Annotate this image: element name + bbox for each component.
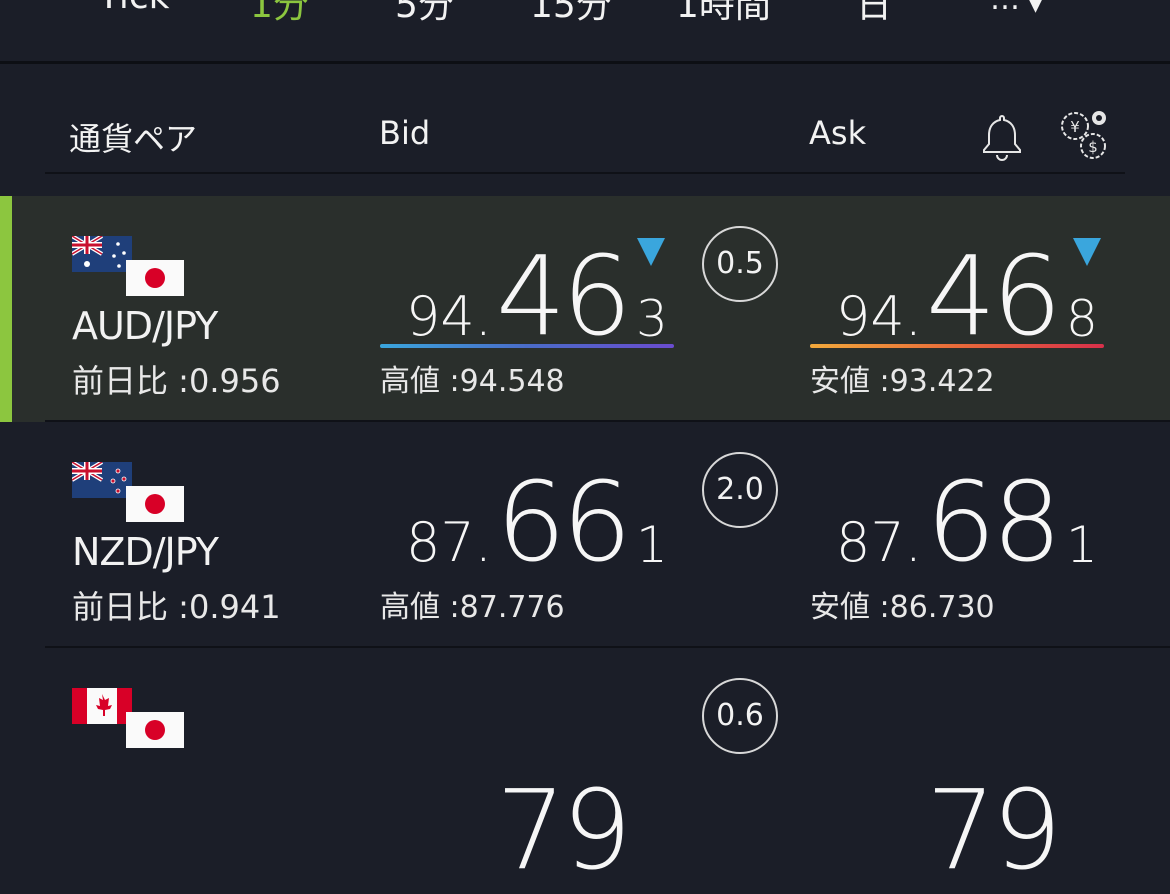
rate-row-nzdjpy[interactable]: NZD/JPY 前日比 :0.941 87. 66 1 高値 :87.776 2… bbox=[0, 422, 1170, 648]
timeframe-tabbar: Tick 1分 5分 15分 1時間 日 …▼ bbox=[0, 0, 1170, 64]
bid-price-pips: 46 bbox=[496, 232, 632, 360]
canada-flag-icon bbox=[72, 688, 132, 724]
ask-price-fraction: 8 bbox=[1066, 290, 1098, 348]
daily-change: 前日比 :0.956 bbox=[72, 362, 281, 400]
ask-low: 安値 :93.422 bbox=[810, 364, 995, 399]
ask-underline bbox=[810, 344, 1104, 348]
tab-more-dropdown[interactable]: …▼ bbox=[990, 0, 1051, 17]
header-bid: Bid bbox=[379, 114, 431, 152]
ask-price-integer: 94. bbox=[836, 285, 922, 348]
ask-down-arrow-icon bbox=[1073, 238, 1101, 266]
japan-flag-icon bbox=[126, 486, 184, 522]
pair-name: NZD/JPY bbox=[72, 530, 219, 574]
japan-flag-icon bbox=[126, 712, 184, 748]
bid-underline bbox=[380, 344, 674, 348]
tabbar-divider bbox=[0, 61, 1170, 64]
spread-badge: 0.6 bbox=[702, 678, 778, 754]
ask-price[interactable]: 94. 46 8 bbox=[810, 224, 1110, 360]
australia-flag-icon bbox=[72, 236, 132, 272]
bid-price-integer: 94. bbox=[406, 285, 492, 348]
ask-price-pips: 79 bbox=[926, 766, 1062, 894]
spread-badge: 0.5 bbox=[702, 226, 778, 302]
tab-5min[interactable]: 5分 bbox=[395, 0, 454, 28]
header-ask: Ask bbox=[809, 114, 867, 152]
rate-row-audjpy[interactable]: AUD/JPY 前日比 :0.956 94. 46 3 高値 :94.548 0… bbox=[0, 196, 1170, 422]
ask-low: 安値 :86.730 bbox=[810, 590, 995, 625]
tab-1hour[interactable]: 1時間 bbox=[676, 0, 771, 28]
pair-name: AUD/JPY bbox=[72, 304, 218, 348]
bid-price[interactable]: 87. 66 1 bbox=[380, 450, 680, 586]
ask-price[interactable]: 87. 68 1 bbox=[810, 450, 1110, 586]
japan-flag-icon bbox=[126, 260, 184, 296]
selected-indicator bbox=[0, 196, 12, 422]
bell-icon[interactable] bbox=[980, 112, 1024, 162]
header-pair: 通貨ペア bbox=[69, 120, 198, 158]
rate-row-cadjpy[interactable]: 79 0.6 79 bbox=[0, 648, 1170, 894]
ask-price-integer: 87. bbox=[836, 511, 922, 574]
bid-price-pips: 66 bbox=[496, 458, 632, 586]
bid-high: 高値 :94.548 bbox=[380, 364, 565, 399]
column-header: 通貨ペア Bid Ask ¥ $ bbox=[45, 100, 1125, 174]
svg-text:¥: ¥ bbox=[1070, 118, 1080, 136]
bid-price-fraction: 1 bbox=[636, 516, 668, 574]
tab-tick[interactable]: Tick bbox=[98, 0, 170, 17]
currency-settings-icon[interactable]: ¥ $ bbox=[1055, 104, 1117, 166]
tab-1min[interactable]: 1分 bbox=[250, 0, 309, 28]
bid-price[interactable]: 94. 46 3 bbox=[380, 224, 680, 360]
new-zealand-flag-icon bbox=[72, 462, 132, 498]
spread-badge: 2.0 bbox=[702, 452, 778, 528]
bid-price[interactable]: 79 bbox=[380, 676, 680, 894]
tab-day[interactable]: 日 bbox=[856, 0, 892, 28]
bid-price-integer: 87. bbox=[406, 511, 492, 574]
svg-text:$: $ bbox=[1088, 138, 1098, 156]
ask-price-fraction: 1 bbox=[1066, 516, 1098, 574]
bid-down-arrow-icon bbox=[637, 238, 665, 266]
ask-price-pips: 46 bbox=[926, 232, 1062, 360]
bid-high: 高値 :87.776 bbox=[380, 590, 565, 625]
bid-price-pips: 79 bbox=[496, 766, 632, 894]
ask-price[interactable]: 79 bbox=[810, 676, 1110, 894]
tab-15min[interactable]: 15分 bbox=[530, 0, 612, 28]
bid-price-fraction: 3 bbox=[636, 290, 668, 348]
daily-change: 前日比 :0.941 bbox=[72, 588, 281, 626]
ask-price-pips: 68 bbox=[926, 458, 1062, 586]
